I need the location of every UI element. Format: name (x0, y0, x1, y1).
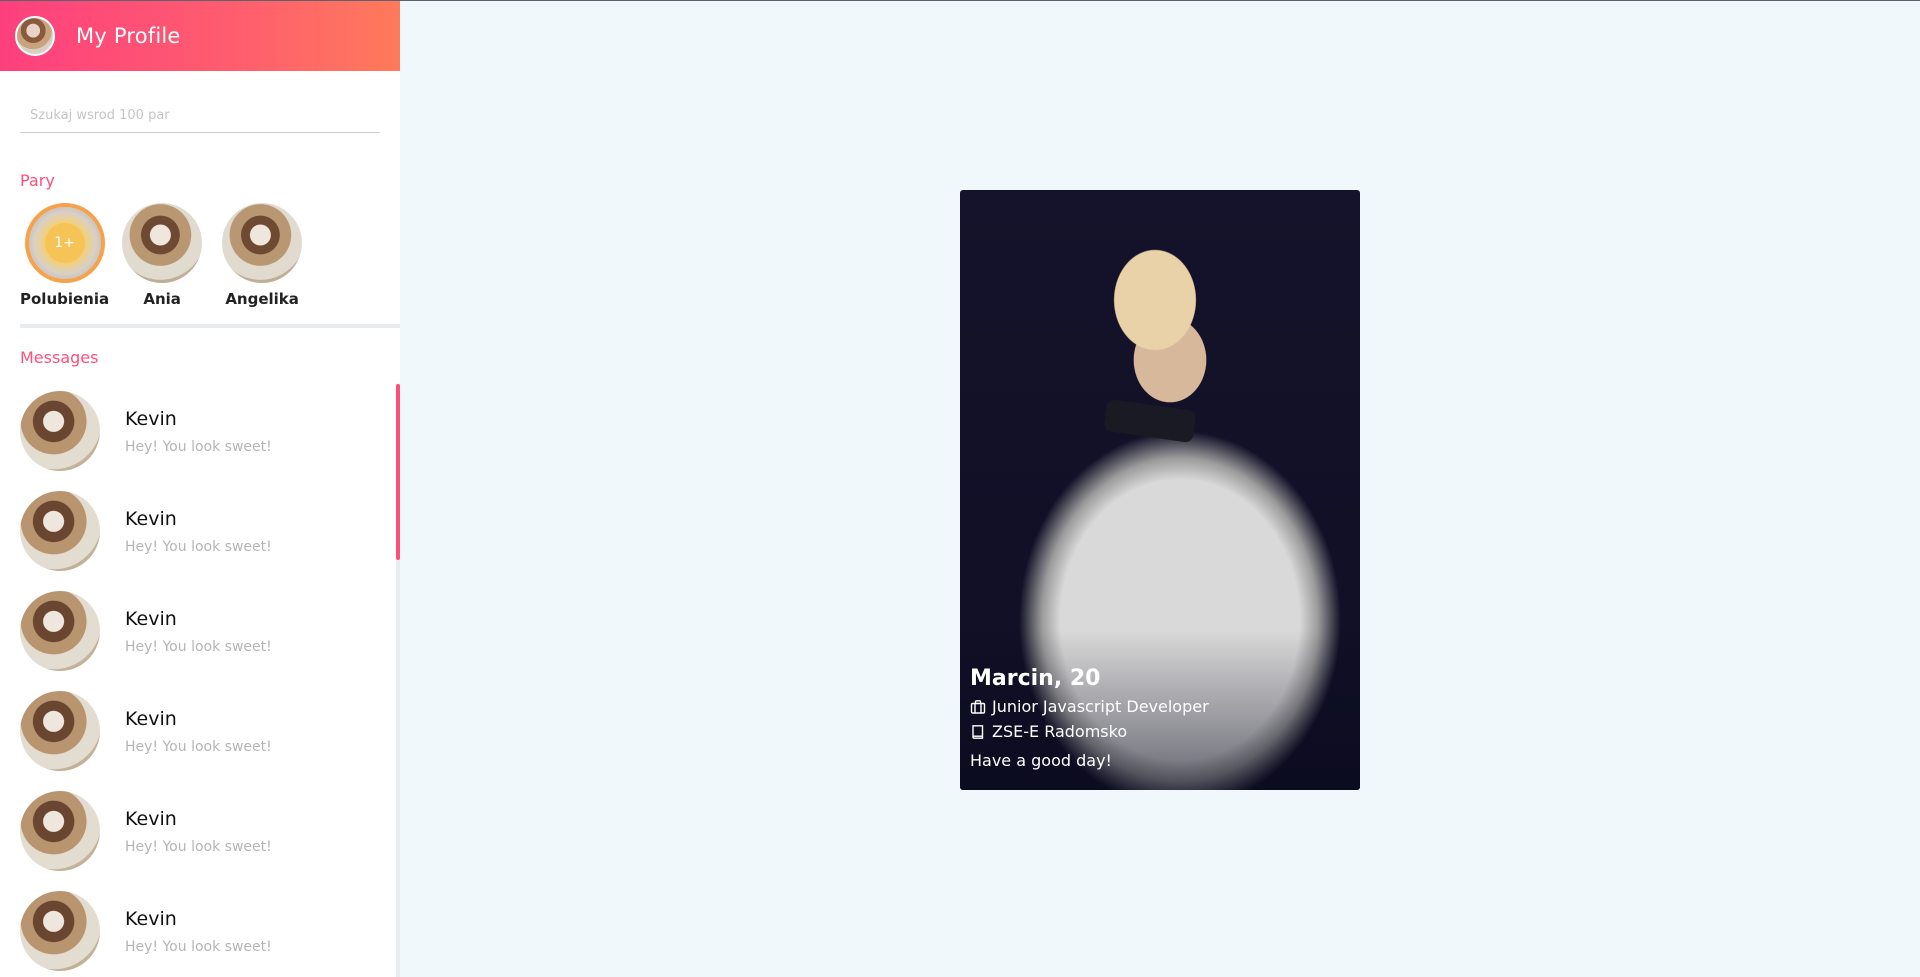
profile-avatar[interactable] (15, 16, 55, 56)
avatar[interactable] (20, 591, 100, 671)
message-name: Kevin (125, 907, 177, 930)
message-text: Kevin Hey! You look sweet! (125, 508, 272, 555)
card-name: Marcin, 20 (970, 666, 1101, 691)
message-name: Kevin (125, 507, 177, 530)
avatar[interactable] (20, 791, 100, 871)
message-name: Kevin (125, 607, 177, 630)
search-input[interactable] (20, 99, 380, 133)
message-preview: Hey! You look sweet! (125, 738, 272, 755)
message-name: Kevin (125, 707, 177, 730)
message-text: Kevin Hey! You look sweet! (125, 708, 272, 755)
message-name: Kevin (125, 407, 177, 430)
section-divider (20, 324, 400, 328)
likes-avatar[interactable]: 1+ (24, 203, 105, 283)
list-item[interactable]: Kevin Hey! You look sweet! (0, 481, 400, 581)
list-item[interactable]: Kevin Hey! You look sweet! (0, 381, 400, 481)
messages-list: Kevin Hey! You look sweet! Kevin Hey! Yo… (0, 381, 400, 977)
message-preview: Hey! You look sweet! (125, 838, 272, 855)
message-name: Kevin (125, 807, 177, 830)
sidebar-header[interactable]: My Profile (0, 1, 400, 71)
card-school-row: ZSE-E Radomsko (970, 722, 1209, 741)
card-job-row: Junior Javascript Developer (970, 697, 1209, 716)
avatar[interactable] (20, 891, 100, 971)
pair-name: Ania (143, 290, 181, 308)
message-preview: Hey! You look sweet! (125, 638, 272, 655)
search-wrap (0, 71, 400, 133)
book-icon (972, 724, 984, 739)
avatar[interactable] (222, 203, 303, 283)
message-preview: Hey! You look sweet! (125, 538, 272, 555)
message-preview: Hey! You look sweet! (125, 438, 272, 455)
pair-item[interactable]: Ania (122, 203, 203, 308)
pair-item[interactable]: Angelika (222, 203, 303, 308)
message-text: Kevin Hey! You look sweet! (125, 408, 272, 455)
list-item[interactable]: Kevin Hey! You look sweet! (0, 581, 400, 681)
briefcase-icon (970, 699, 986, 714)
card-info: Marcin, 20 Junior Javascript Developer Z… (970, 666, 1209, 770)
pair-likes-label: Polubienia (20, 290, 110, 308)
message-text: Kevin Hey! You look sweet! (125, 908, 272, 955)
message-text: Kevin Hey! You look sweet! (125, 808, 272, 855)
avatar[interactable] (20, 491, 100, 571)
app-root: My Profile Pary 1+ Polubienia Ania Angel… (0, 0, 1920, 977)
pairs-list: 1+ Polubienia Ania Angelika (0, 203, 400, 308)
messages-title: Messages (20, 348, 99, 367)
card-school: ZSE-E Radomsko (992, 722, 1128, 741)
avatar[interactable] (20, 691, 100, 771)
avatar[interactable] (20, 391, 100, 471)
message-text: Kevin Hey! You look sweet! (125, 608, 272, 655)
pair-likes[interactable]: 1+ Polubienia (20, 203, 109, 308)
sidebar: My Profile Pary 1+ Polubienia Ania Angel… (0, 1, 400, 977)
header-title[interactable]: My Profile (76, 24, 181, 48)
pairs-title: Pary (20, 171, 55, 190)
avatar[interactable] (122, 203, 203, 283)
scrollbar-thumb[interactable] (396, 384, 400, 560)
list-item[interactable]: Kevin Hey! You look sweet! (0, 681, 400, 781)
list-item[interactable]: Kevin Hey! You look sweet! (0, 781, 400, 881)
likes-badge: 1+ (44, 223, 85, 263)
card-job: Junior Javascript Developer (992, 697, 1209, 716)
pair-name: Angelika (225, 290, 299, 308)
message-preview: Hey! You look sweet! (125, 938, 272, 955)
profile-card[interactable]: Marcin, 20 Junior Javascript Developer Z… (960, 190, 1360, 790)
card-bio: Have a good day! (970, 751, 1112, 770)
list-item[interactable]: Kevin Hey! You look sweet! (0, 881, 400, 977)
